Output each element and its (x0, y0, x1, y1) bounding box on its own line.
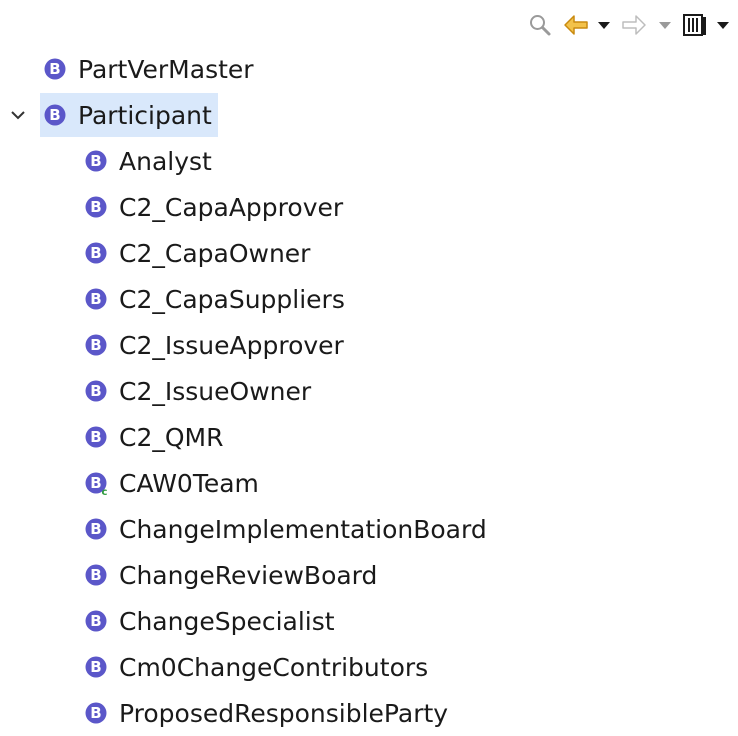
back-arrow-icon (564, 15, 588, 35)
svg-text:B: B (90, 658, 101, 676)
tree-item-changeimplementationboard[interactable]: B ChangeImplementationBoard (0, 506, 738, 552)
tree-item-cm0changecontributors[interactable]: B Cm0ChangeContributors (0, 644, 738, 690)
business-object-icon: B (44, 104, 66, 126)
svg-text:B: B (90, 244, 101, 262)
tree-item-c2-issueapprover[interactable]: B C2_IssueApprover (0, 322, 738, 368)
dropdown-icon (659, 22, 671, 29)
forward-arrow-icon (622, 15, 646, 35)
back-dropdown-button[interactable] (592, 10, 616, 40)
svg-text:B: B (49, 60, 60, 78)
book-icon (683, 14, 706, 36)
tree-item-proposedresponsibleparty[interactable]: B ProposedResponsibleParty (0, 690, 738, 736)
svg-text:c: c (102, 487, 108, 496)
view-toolbar (520, 8, 734, 42)
business-object-icon: B (85, 610, 107, 632)
tree-item-changespecialist[interactable]: B ChangeSpecialist (0, 598, 738, 644)
business-object-icon: B (85, 150, 107, 172)
svg-text:B: B (90, 382, 101, 400)
dropdown-icon (598, 22, 610, 29)
tree-item-label: Cm0ChangeContributors (119, 652, 429, 682)
tree-item-analyst[interactable]: B Analyst (0, 138, 738, 184)
tree-item-participant[interactable]: B Participant (0, 92, 738, 138)
tree-item-label: CAW0Team (119, 468, 259, 498)
svg-text:B: B (90, 198, 101, 216)
business-object-icon: B (85, 196, 107, 218)
business-object-icon: B (85, 426, 107, 448)
tree-item-label: C2_QMR (119, 422, 224, 452)
svg-text:B: B (90, 152, 101, 170)
tree-item-label: ChangeImplementationBoard (119, 514, 487, 544)
business-object-icon: B (85, 288, 107, 310)
view-menu-dropdown-button[interactable] (712, 10, 734, 40)
svg-text:B: B (90, 566, 101, 584)
tree-item-c2-capaowner[interactable]: B C2_CapaOwner (0, 230, 738, 276)
dropdown-icon (717, 22, 729, 29)
svg-text:B: B (90, 290, 101, 308)
tree-item-label: ProposedResponsibleParty (119, 698, 449, 728)
tree-item-label: PartVerMaster (78, 54, 254, 84)
business-object-icon: B (85, 564, 107, 586)
view-menu-button[interactable] (678, 10, 712, 40)
tree-item-label: Analyst (119, 146, 212, 176)
expand-toggle[interactable] (4, 92, 32, 138)
svg-text:B: B (90, 612, 101, 630)
svg-text:B: B (90, 428, 101, 446)
tree-item-label: Participant (78, 100, 212, 130)
tree-item-label: C2_CapaSuppliers (119, 284, 345, 314)
forward-button[interactable] (616, 10, 652, 40)
tree-item-partvermaster[interactable]: B PartVerMaster (0, 46, 738, 92)
tree-item-c2-qmr[interactable]: B C2_QMR (0, 414, 738, 460)
business-object-icon: B (85, 656, 107, 678)
tree-item-changereviewboard[interactable]: B ChangeReviewBoard (0, 552, 738, 598)
svg-text:B: B (90, 474, 101, 492)
tree-item-label: ChangeReviewBoard (119, 560, 378, 590)
search-button[interactable] (520, 10, 560, 40)
tree-item-label: C2_CapaApprover (119, 192, 344, 222)
selection-highlight: B Participant (40, 93, 218, 137)
tree-item-label: C2_CapaOwner (119, 238, 311, 268)
svg-text:B: B (49, 106, 60, 124)
tree-item-c2-issueowner[interactable]: B C2_IssueOwner (0, 368, 738, 414)
tree-item-label: ChangeSpecialist (119, 606, 335, 636)
business-object-icon: B (44, 58, 66, 80)
svg-text:B: B (90, 704, 101, 722)
business-object-tree: B PartVerMaster B Participant B Analyst … (0, 46, 738, 736)
tree-item-caw0team[interactable]: Bc CAW0Team (0, 460, 738, 506)
tree-item-label: C2_IssueOwner (119, 376, 312, 406)
svg-text:B: B (90, 336, 101, 354)
business-object-icon: B (85, 702, 107, 724)
business-object-icon: B (85, 242, 107, 264)
business-object-icon: B (85, 380, 107, 402)
svg-text:B: B (90, 520, 101, 538)
tree-item-c2-capaapprover[interactable]: B C2_CapaApprover (0, 184, 738, 230)
business-object-icon: B (85, 334, 107, 356)
tree-item-c2-capasuppliers[interactable]: B C2_CapaSuppliers (0, 276, 738, 322)
back-button[interactable] (560, 10, 592, 40)
chevron-down-icon (11, 111, 25, 120)
forward-dropdown-button[interactable] (652, 10, 678, 40)
business-object-custom-icon: Bc (85, 472, 108, 496)
business-object-icon: B (85, 518, 107, 540)
tree-item-label: C2_IssueApprover (119, 330, 344, 360)
search-icon (530, 15, 551, 36)
